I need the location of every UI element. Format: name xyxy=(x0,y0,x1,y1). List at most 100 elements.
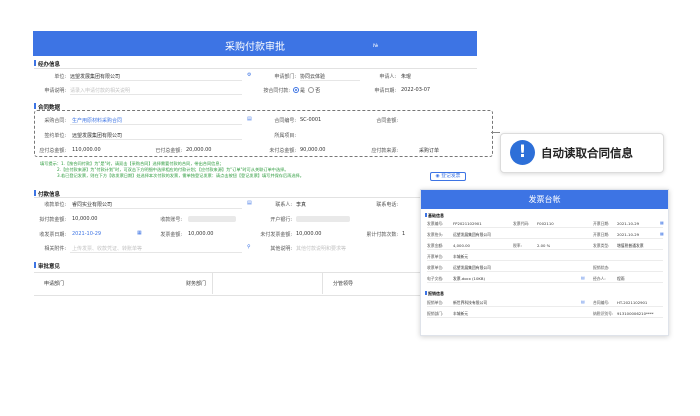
radio-yes[interactable] xyxy=(293,87,299,93)
panel-row-line xyxy=(427,282,663,283)
field-underline xyxy=(300,80,360,81)
panel-title: 发票台帐 xyxy=(421,190,668,209)
contract-pay-radio-group[interactable]: 是 否 xyxy=(293,87,320,94)
other-label: 其他说明: xyxy=(270,246,292,252)
calendar-icon[interactable]: ▦ xyxy=(660,231,664,236)
panel-value[interactable]: 913100006210**** xyxy=(617,311,654,316)
panel-value[interactable]: F002110 xyxy=(537,221,554,226)
select-icon[interactable]: ⚙ xyxy=(247,72,251,78)
dept-value[interactable]: 协同云体验 xyxy=(300,73,325,80)
field-underline xyxy=(70,139,242,140)
help-notes: 填写提示：1.【按合同付款】为"是"时，请双击【采购合同】选择需要付款的合同，带… xyxy=(40,161,420,179)
table-divider xyxy=(212,272,213,294)
invoice-ledger-panel: 发票台帐 基础信息 发票编号: FP2021102901 发票代码: F0021… xyxy=(420,189,669,336)
table-divider xyxy=(322,272,323,294)
field-underline xyxy=(70,124,242,125)
applicant-label: 申请人: xyxy=(379,74,396,80)
field-underline xyxy=(70,252,242,253)
panel-value[interactable]: 2021-10-29 xyxy=(617,221,639,226)
contact-value[interactable]: 李真 xyxy=(296,201,306,208)
invdate-label: 收发票日期: xyxy=(39,232,66,238)
panel-value[interactable]: FP2021102901 xyxy=(453,221,482,226)
source-label: 应付款来源: xyxy=(371,148,398,154)
unpaid-label: 未付总金额: xyxy=(269,148,296,154)
field-underline xyxy=(70,208,242,209)
callout-connector xyxy=(491,132,500,133)
count-label: 累计付款次数: xyxy=(366,232,398,238)
bank-value-redacted[interactable] xyxy=(296,216,350,222)
field-underline xyxy=(70,80,242,81)
exclamation-icon: ! xyxy=(510,140,535,165)
planned-value[interactable]: 10,000.00 xyxy=(72,216,97,222)
review-table xyxy=(34,272,420,296)
unit-label: 单位: xyxy=(54,74,66,80)
unpaid-value[interactable]: 90,000.00 xyxy=(300,147,325,153)
register-invoice-label: 登记发票 xyxy=(441,174,461,179)
payee-label: 收款单位: xyxy=(44,202,66,208)
contract-code-label: 合同编号: xyxy=(274,118,296,124)
list-icon[interactable]: ▤ xyxy=(581,299,585,304)
panel-row-line xyxy=(427,249,663,250)
radio-yes-label: 是 xyxy=(300,88,306,94)
register-invoice-button[interactable]: ◉ 登记发票 xyxy=(430,172,466,181)
invoice-icon: ◉ xyxy=(435,174,440,179)
other-input[interactable]: 其他付款说明和要求等 xyxy=(296,245,346,252)
unit-value[interactable]: 远望发展集团有限公司 xyxy=(70,73,120,80)
panel-section-basic: 基础信息 xyxy=(425,213,444,218)
panel-section-reimb: 报销信息 xyxy=(425,291,444,296)
panel-value[interactable]: 2021-10-29 xyxy=(617,232,639,237)
attach-input[interactable]: 上传发票、收款凭证、转账单等 xyxy=(72,245,142,252)
bank-label: 开户银行: xyxy=(270,217,292,223)
payee-value[interactable]: 睿同实业有限公司 xyxy=(72,201,112,208)
dept-label: 申请部门: xyxy=(274,74,296,80)
panel-value[interactable]: 2.00 % xyxy=(537,243,550,248)
section-divider xyxy=(34,197,420,198)
party-value[interactable]: 远望发展集团有限公司 xyxy=(72,132,122,139)
panel-row-line xyxy=(427,260,663,261)
panel-row-line xyxy=(427,227,663,228)
form-title-bar: 采购付款审批 № xyxy=(33,31,477,56)
invdate-value[interactable]: 2021-10-29 xyxy=(72,231,101,237)
invamt-value[interactable]: 10,000.00 xyxy=(188,231,213,237)
payable-label: 应付总金额: xyxy=(39,148,66,154)
phone-label: 联系电话: xyxy=(376,202,398,208)
contract-name-value[interactable]: 生产用原材料采购合同 xyxy=(72,117,122,124)
account-value-redacted[interactable] xyxy=(188,216,236,222)
project-label: 所属项目: xyxy=(274,133,296,139)
section-basic-title: 经办信息 xyxy=(33,60,61,68)
calendar-icon[interactable]: ▦ xyxy=(660,220,664,225)
count-value[interactable]: 1 xyxy=(402,231,405,237)
date-value[interactable]: 2022-03-07 xyxy=(401,87,430,93)
payable-value[interactable]: 110,000.00 xyxy=(72,147,101,153)
review-col-finance: 财务部门 xyxy=(186,281,207,287)
list-icon[interactable]: ▤ xyxy=(581,275,585,280)
unpaid-invoice-label: 未付发票金额: xyxy=(260,232,292,238)
contract-code-value[interactable]: SC-0001 xyxy=(300,117,321,123)
panel-value[interactable]: 4,000.00 xyxy=(453,243,470,248)
applicant-value[interactable]: 朱琨 xyxy=(401,73,411,80)
contact-label: 联系人: xyxy=(275,202,292,208)
desc-label: 申请说明: xyxy=(44,88,66,94)
contract-amount-label: 合同金额: xyxy=(376,118,398,124)
account-label: 收款账号: xyxy=(160,217,182,223)
unpaid-invoice-value[interactable]: 10,000.00 xyxy=(296,231,321,237)
radio-no[interactable] xyxy=(308,87,315,93)
callout-connector xyxy=(491,110,492,155)
auto-read-callout: ! 自动读取合同信息 xyxy=(500,133,664,173)
contract-name-label: 采购合同: xyxy=(44,118,66,124)
callout-text: 自动读取合同信息 xyxy=(541,146,633,160)
source-value[interactable]: 采购订单 xyxy=(419,147,439,154)
paid-value[interactable]: 20,000.00 xyxy=(186,147,211,153)
help-note-line: 3.若已登记发票，则在下方【收发票日期】处选择本次付款的发票，需单独登记发票：请… xyxy=(57,173,304,178)
radio-no-label: 否 xyxy=(315,88,321,94)
panel-value[interactable]: HT-2021102901 xyxy=(617,300,647,305)
field-underline xyxy=(70,94,242,95)
review-col-leader: 分管领导 xyxy=(333,281,354,287)
date-label: 申请日期: xyxy=(374,88,396,94)
desc-input[interactable]: 请录入申请付款的相关说明 xyxy=(70,87,130,94)
contract-pay-label: 按合同付款: xyxy=(263,88,290,94)
invamt-label: 发票金额: xyxy=(160,232,182,238)
party-label: 签约单位: xyxy=(44,133,66,139)
planned-label: 拟付款金额: xyxy=(39,217,66,223)
paperclip-icon[interactable]: ⚲ xyxy=(247,244,251,250)
